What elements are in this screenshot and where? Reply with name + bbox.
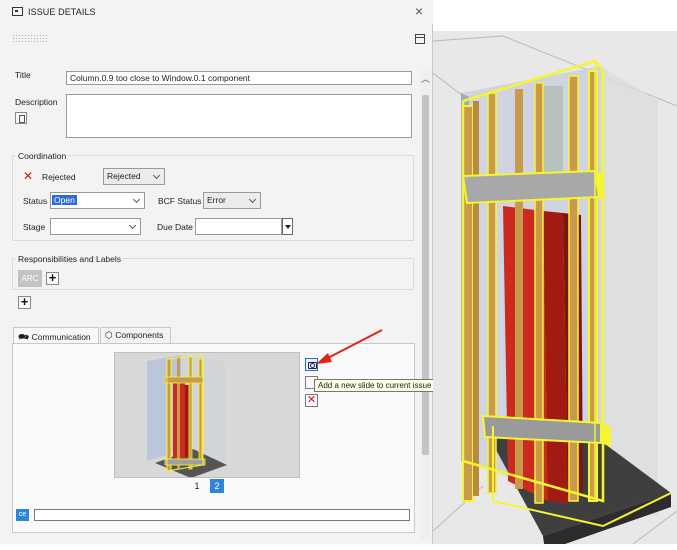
issue-details-icon (12, 7, 23, 16)
3d-model-render (433, 31, 677, 544)
add-responsibility-button[interactable]: + (46, 271, 59, 285)
calendar-dropdown-icon[interactable] (282, 218, 293, 235)
comment-input[interactable] (34, 509, 410, 521)
delete-slide-button[interactable]: ✕ (305, 394, 318, 407)
due-date-label: Due Date (157, 222, 193, 232)
drag-grip-icon[interactable] (12, 34, 48, 42)
panel-titlebar: ISSUE DETAILS × (0, 0, 433, 24)
chevron-down-icon (152, 171, 161, 180)
tab-communication[interactable]: 🗪 Communication (13, 327, 99, 343)
title-input[interactable]: Column.0.9 too close to Window.0.1 compo… (66, 71, 412, 85)
rejected-select-value: Rejected (107, 171, 141, 181)
chat-icon: 🗪 (18, 332, 30, 342)
tab-components-label: Components (115, 330, 164, 340)
tab-components[interactable]: ⬡ Components (100, 327, 171, 343)
slide-page-1[interactable]: 1 (190, 479, 204, 493)
slide-page-2[interactable]: 2 (210, 479, 224, 493)
close-icon[interactable]: × (415, 3, 423, 19)
3d-viewport[interactable] (433, 31, 677, 544)
slide-preview-render (115, 353, 299, 477)
bcf-status-select-value: Error (207, 195, 226, 205)
tab-communication-label: Communication (31, 332, 91, 342)
add-slide-tooltip: Add a new slide to current issue (314, 379, 436, 392)
due-date-input[interactable] (195, 218, 282, 235)
stage-label: Stage (23, 222, 46, 232)
title-label: Title (15, 70, 31, 80)
status-select[interactable]: Open (50, 192, 145, 209)
stage-select[interactable] (50, 218, 141, 235)
coordination-group-label: Coordination (16, 151, 69, 161)
status-label: Status (23, 196, 48, 206)
rejected-x-icon: ✕ (23, 169, 34, 183)
description-label: Description (15, 97, 58, 107)
panel-title: ISSUE DETAILS (28, 7, 96, 17)
scrollbar-thumb[interactable] (422, 95, 429, 455)
add-label-button[interactable]: + (18, 295, 31, 309)
rejected-select[interactable]: Rejected (103, 168, 165, 185)
description-attach-icon[interactable] (15, 112, 27, 124)
rejected-flag-label: Rejected (42, 172, 76, 182)
bcf-status-label: BCF Status (158, 196, 202, 206)
dock-panel-icon[interactable] (415, 34, 425, 44)
chevron-down-icon (128, 221, 137, 230)
chevron-down-icon (132, 195, 141, 204)
description-textarea[interactable] (66, 94, 412, 138)
label-chip-arc[interactable]: ARC (18, 270, 42, 287)
user-avatar: ce (16, 509, 29, 521)
red-arrow-annotation (316, 329, 383, 364)
components-icon: ⬡ (105, 330, 113, 340)
responsibilities-group-label: Responsibilities and Labels (16, 254, 124, 264)
chevron-down-icon (248, 195, 257, 204)
bcf-status-select[interactable]: Error (203, 192, 261, 209)
status-select-value: Open (52, 195, 77, 205)
slide-preview-image[interactable] (114, 352, 300, 478)
scroll-up-icon[interactable]: ︿ (421, 72, 430, 85)
